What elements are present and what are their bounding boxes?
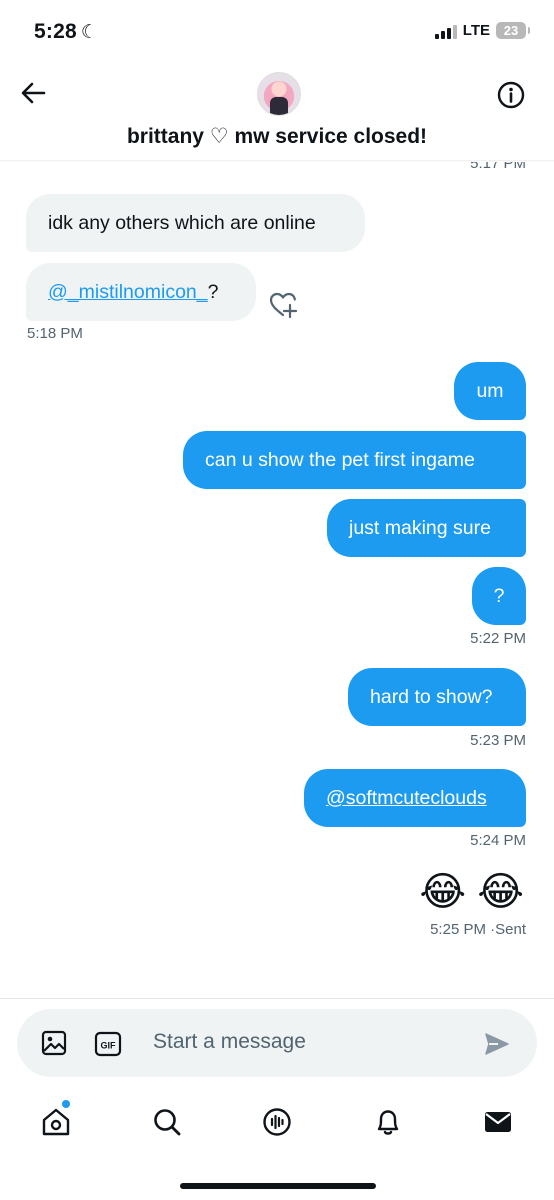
home-indicator	[180, 1183, 376, 1189]
sent-message[interactable]: @softmcuteclouds	[304, 769, 526, 827]
info-icon[interactable]	[496, 80, 526, 110]
sent-message[interactable]: can u show the pet first ingame	[183, 431, 526, 489]
battery-icon: 23	[496, 22, 530, 39]
search-icon[interactable]	[151, 1106, 183, 1138]
conversation-title[interactable]: brittany ♡ mw service closed!	[0, 124, 554, 149]
message-input[interactable]: Start a message	[153, 1030, 306, 1054]
timestamp: 5:18 PM	[27, 325, 83, 342]
spaces-icon[interactable]	[261, 1106, 293, 1138]
sent-message[interactable]: just making sure	[327, 499, 526, 557]
sent-message[interactable]: ?	[472, 567, 526, 625]
image-icon[interactable]	[40, 1029, 68, 1057]
heart-plus-icon[interactable]	[268, 290, 298, 320]
message-text: hard to show?	[370, 686, 493, 708]
arrow-left-icon[interactable]	[18, 78, 48, 108]
timestamp: 5:23 PM	[470, 732, 526, 749]
received-message[interactable]: @_mistilnomicon_ ?	[26, 263, 256, 321]
header-divider	[0, 160, 554, 162]
message-text: can u show the pet first ingame	[205, 449, 475, 471]
message-text: just making sure	[349, 517, 491, 539]
timestamp: 5:25 PM ·Sent	[430, 921, 526, 938]
composer-divider	[0, 998, 554, 999]
status-time: 5:28 ☾	[34, 20, 99, 43]
mention-link[interactable]: @_mistilnomicon_	[48, 280, 208, 304]
sent-message[interactable]: um	[454, 362, 526, 420]
avatar[interactable]	[257, 72, 301, 116]
moon-icon: ☾	[80, 22, 99, 43]
bell-icon[interactable]	[372, 1106, 404, 1138]
signal-icon	[434, 23, 457, 39]
timestamp: 5:22 PM	[470, 630, 526, 647]
svg-text:GIF: GIF	[101, 1041, 117, 1051]
message-text: idk any others which are online	[48, 212, 316, 234]
delivery-status: ·Sent	[490, 921, 526, 938]
network-label: LTE	[462, 22, 490, 39]
timestamp: 5:24 PM	[470, 832, 526, 849]
sent-message[interactable]: hard to show?	[348, 668, 526, 726]
mention-link[interactable]: @softmcuteclouds	[326, 786, 487, 810]
envelope-icon[interactable]	[482, 1106, 514, 1138]
received-message[interactable]: idk any others which are online	[26, 194, 365, 252]
gif-icon[interactable]: GIF	[94, 1030, 122, 1058]
home-icon[interactable]	[40, 1106, 72, 1138]
message-text: um	[476, 380, 504, 402]
send-icon[interactable]	[484, 1031, 510, 1057]
message-text: ?	[207, 281, 219, 303]
status-indicators: LTE 23	[434, 22, 530, 39]
message-text: ?	[493, 585, 505, 607]
emoji-message[interactable]: 😂 😂	[419, 870, 524, 914]
notification-dot	[62, 1100, 70, 1108]
